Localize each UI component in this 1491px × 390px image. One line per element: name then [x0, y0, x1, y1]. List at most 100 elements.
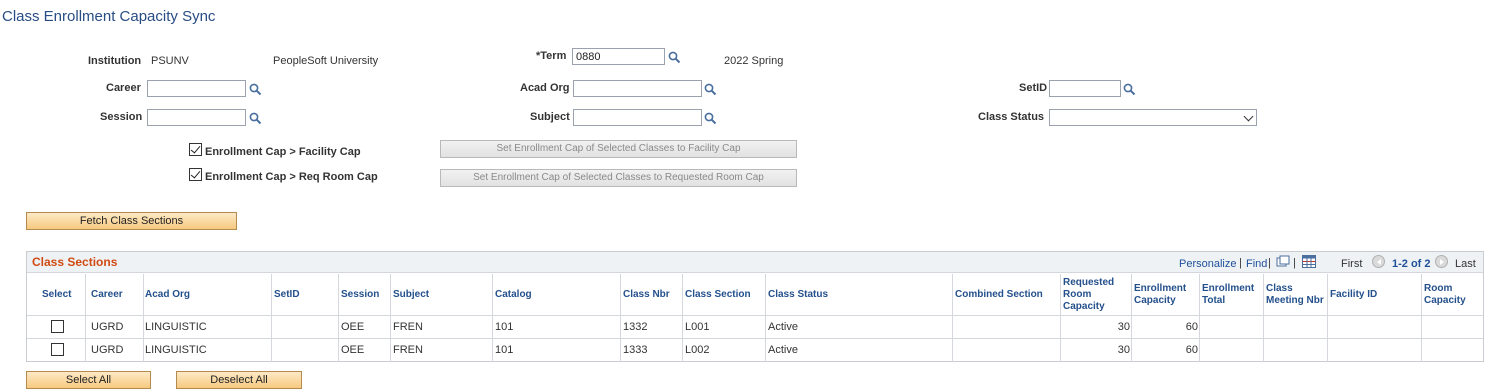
enroll-room-label: Enrollment Cap > Req Room Cap — [205, 171, 378, 183]
next-arrow-icon[interactable] — [1435, 255, 1448, 268]
subject-input[interactable] — [573, 109, 702, 126]
header-line: Enrollment — [1202, 283, 1255, 294]
last-label: Last — [1455, 258, 1476, 270]
class-status-label: Class Status — [978, 111, 1045, 123]
col-header-meeting-nbr[interactable]: Class Meeting Nbr — [1266, 283, 1324, 307]
enroll-facility-checkbox[interactable] — [189, 143, 202, 156]
col-header-enroll-cap[interactable]: Enrollment Capacity — [1134, 283, 1186, 307]
personalize-link[interactable]: Personalize — [1179, 258, 1236, 270]
term-lookup-icon[interactable] — [668, 51, 681, 64]
col-header-subject[interactable]: Subject — [393, 289, 429, 301]
cell-class-status: Active — [768, 344, 798, 356]
separator: | — [1268, 257, 1271, 269]
cell-career: UGRD — [91, 321, 124, 333]
first-label: First — [1341, 258, 1363, 270]
enroll-room-checkbox[interactable] — [189, 168, 202, 181]
set-room-cap-button[interactable]: Set Enrollment Cap of Selected Classes t… — [440, 169, 797, 187]
class-status-select[interactable] — [1049, 109, 1257, 126]
header-line: Enrollment — [1134, 283, 1187, 294]
cell-class-nbr: 1333 — [623, 344, 648, 356]
header-line: Meeting Nbr — [1266, 295, 1324, 306]
col-header-class-status[interactable]: Class Status — [768, 289, 828, 301]
cell-class-nbr: 1332 — [623, 321, 648, 333]
setid-lookup-icon[interactable] — [1123, 83, 1136, 96]
setid-label: SetID — [1019, 82, 1048, 94]
cell-acad-org: LINGUISTIC — [145, 321, 207, 333]
cell-subject: FREN — [393, 344, 423, 356]
cell-req-room-cap: 30 — [1117, 344, 1130, 356]
cell-class-section: L001 — [685, 321, 710, 333]
cell-req-room-cap: 30 — [1117, 321, 1130, 333]
term-description: 2022 Spring — [724, 55, 784, 67]
institution-value: PSUNV — [151, 55, 189, 67]
table-row: UGRD LINGUISTIC OEE FREN 101 1333 L002 A… — [27, 339, 1483, 361]
separator: | — [1239, 257, 1242, 269]
col-header-setid[interactable]: SetID — [274, 289, 300, 301]
col-header-req-room-cap[interactable]: Requested Room Capacity — [1063, 277, 1114, 313]
enroll-facility-label: Enrollment Cap > Facility Cap — [205, 146, 361, 158]
header-line: Capacity — [1063, 301, 1105, 312]
term-label: *Term — [536, 50, 567, 62]
cell-career: UGRD — [91, 344, 124, 356]
row-range: 1-2 of 2 — [1392, 258, 1431, 270]
select-all-button[interactable]: Select All — [26, 371, 151, 389]
checkmark-icon — [190, 143, 201, 154]
col-header-session[interactable]: Session — [341, 289, 379, 301]
cell-catalog: 101 — [495, 344, 514, 356]
col-header-class-nbr[interactable]: Class Nbr — [623, 289, 670, 301]
career-lookup-icon[interactable] — [249, 83, 262, 96]
term-input[interactable] — [572, 48, 665, 65]
checkmark-icon — [190, 168, 201, 179]
cell-enroll-cap: 60 — [1185, 321, 1198, 333]
col-header-select[interactable]: Select — [42, 289, 71, 301]
career-label: Career — [106, 82, 141, 94]
header-line: Total — [1202, 295, 1226, 306]
cell-acad-org: LINGUISTIC — [145, 344, 207, 356]
header-line: Room — [1063, 289, 1092, 300]
setid-input[interactable] — [1049, 80, 1121, 97]
header-line: Room — [1424, 283, 1453, 294]
subject-lookup-icon[interactable] — [704, 112, 717, 125]
career-input[interactable] — [147, 80, 246, 97]
col-header-acad-org[interactable]: Acad Org — [145, 289, 190, 301]
subject-label: Subject — [530, 111, 570, 123]
session-lookup-icon[interactable] — [249, 112, 262, 125]
set-facility-cap-button[interactable]: Set Enrollment Cap of Selected Classes t… — [440, 140, 797, 158]
find-link[interactable]: Find — [1246, 258, 1267, 270]
header-line: Capacity — [1424, 295, 1466, 306]
chevron-down-icon — [1243, 111, 1254, 122]
header-line: Class — [1266, 283, 1293, 294]
deselect-all-button[interactable]: Deselect All — [176, 371, 302, 389]
grid-header-bar: Class Sections Personalize | Find | | Fi… — [27, 252, 1483, 273]
cell-enroll-cap: 60 — [1185, 344, 1198, 356]
acad-org-input[interactable] — [573, 80, 702, 97]
col-header-career[interactable]: Career — [91, 289, 123, 301]
row-select-checkbox[interactable] — [51, 343, 64, 356]
page-title: Class Enrollment Capacity Sync — [2, 8, 216, 25]
header-line: Requested — [1063, 277, 1115, 288]
view-all-icon[interactable] — [1276, 255, 1290, 268]
institution-label: Institution — [88, 55, 142, 67]
separator: | — [1293, 257, 1296, 269]
fetch-class-sections-button[interactable]: Fetch Class Sections — [26, 212, 237, 230]
download-grid-icon[interactable] — [1302, 255, 1316, 268]
previous-arrow-icon[interactable] — [1372, 255, 1385, 268]
row-select-checkbox[interactable] — [51, 320, 64, 333]
header-line: Capacity — [1134, 295, 1176, 306]
col-header-catalog[interactable]: Catalog — [495, 289, 532, 301]
grid-title: Class Sections — [32, 255, 118, 269]
col-header-combined-section[interactable]: Combined Section — [955, 289, 1043, 301]
session-input[interactable] — [147, 109, 246, 126]
session-label: Session — [100, 111, 143, 123]
col-header-room-cap[interactable]: Room Capacity — [1424, 283, 1466, 307]
col-header-enroll-total[interactable]: Enrollment Total — [1202, 283, 1254, 307]
cell-class-section: L002 — [685, 344, 710, 356]
col-header-class-section[interactable]: Class Section — [685, 289, 751, 301]
class-sections-grid: Class Sections Personalize | Find | | Fi… — [26, 251, 1484, 362]
cell-catalog: 101 — [495, 321, 514, 333]
cell-session: OEE — [341, 321, 365, 333]
acad-org-label: Acad Org — [520, 82, 570, 94]
table-row: UGRD LINGUISTIC OEE FREN 101 1332 L001 A… — [27, 316, 1483, 338]
col-header-facility-id[interactable]: Facility ID — [1330, 289, 1377, 301]
acad-org-lookup-icon[interactable] — [704, 83, 717, 96]
